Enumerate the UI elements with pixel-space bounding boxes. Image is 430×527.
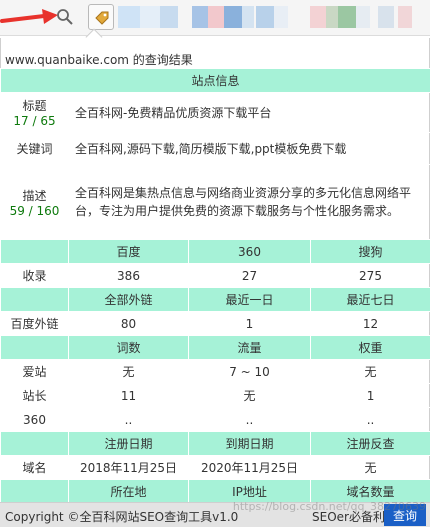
popup-footer: Copyright ©全百科网站SEO查询工具v1.0 SEOer必备利器 反馈… xyxy=(0,502,430,527)
backlink-header-all: 全部外链 xyxy=(68,287,189,312)
rank-row-label: 360 xyxy=(0,407,69,432)
rank-row-cell: .. xyxy=(188,407,311,432)
engine-header-blank xyxy=(0,239,69,264)
rank-row-label: 站长 xyxy=(0,383,69,408)
location-header-ip: IP地址 xyxy=(188,479,311,504)
rank-header-words: 词数 xyxy=(68,335,189,360)
desc-label: 描述 xyxy=(22,188,47,203)
copyright-text: Copyright ©全百科网站SEO查询工具v1.0 xyxy=(5,510,239,524)
extension-button[interactable] xyxy=(88,4,114,30)
desc-value: 全百科网是集热点信息与网络商业资源分享的多元化信息网络平台，专注为用户提供免费的… xyxy=(67,164,430,240)
rank-row-cell: 11 xyxy=(68,383,189,408)
blurred-extension-icons xyxy=(118,6,430,28)
location-header-place: 所在地 xyxy=(68,479,189,504)
red-arrow-icon xyxy=(0,9,58,24)
rank-row-cell: 7 ~ 10 xyxy=(188,359,311,384)
reg-date: 2018年11月25日 xyxy=(68,455,189,480)
domain-label: 域名 xyxy=(0,455,69,480)
index-label: 收录 xyxy=(0,263,69,288)
query-button[interactable]: 查询 xyxy=(384,504,426,526)
reg-header-date: 注册日期 xyxy=(68,431,189,456)
site-info-header: 站点信息 xyxy=(0,68,430,93)
backlink-week: 12 xyxy=(309,311,430,336)
index-sogou: 275 xyxy=(309,263,430,288)
backlink-header-day: 最近一日 xyxy=(188,287,311,312)
desc-count: 59 / 160 xyxy=(9,203,60,218)
index-360: 27 xyxy=(188,263,311,288)
reg-header-reverse: 注册反查 xyxy=(309,431,430,456)
backlink-label: 百度外链 xyxy=(0,311,69,336)
rank-row-cell: 1 xyxy=(309,383,430,408)
title-count: 17 / 65 xyxy=(13,114,56,128)
desc-label-cell: 描述 59 / 160 xyxy=(0,164,69,240)
title-label-cell: 标题 17 / 65 xyxy=(0,92,69,133)
reg-header-expiry: 到期日期 xyxy=(188,431,311,456)
rank-header-traffic: 流量 xyxy=(188,335,311,360)
engine-baidu: 百度 xyxy=(68,239,189,264)
keywords-label: 关键词 xyxy=(0,132,69,165)
location-header-blank xyxy=(0,479,69,504)
title-value: 全百科网-免费精品优质资源下载平台 xyxy=(67,92,430,133)
index-baidu: 386 xyxy=(68,263,189,288)
location-header-count: 域名数量 xyxy=(309,479,430,504)
rank-row-label: 爱站 xyxy=(0,359,69,384)
backlink-day: 1 xyxy=(188,311,311,336)
rank-row-cell: .. xyxy=(68,407,189,432)
rank-header-weight: 权重 xyxy=(309,335,430,360)
reg-header-blank xyxy=(0,431,69,456)
rank-row-cell: 无 xyxy=(309,359,430,384)
reverse-lookup: 无 xyxy=(309,455,430,480)
backlink-all: 80 xyxy=(68,311,189,336)
engine-360: 360 xyxy=(188,239,311,264)
browser-toolbar xyxy=(0,0,430,36)
rank-row-cell: 无 xyxy=(188,383,311,408)
tag-icon xyxy=(95,11,109,25)
keywords-value: 全百科网,源码下载,简历模版下载,ppt模板免费下载 xyxy=(67,132,430,165)
result-table: 站点信息 标题 17 / 65 全百科网-免费精品优质资源下载平台 关键词 全百… xyxy=(0,68,430,504)
engine-sogou: 搜狗 xyxy=(309,239,430,264)
search-icon[interactable] xyxy=(56,8,74,26)
rank-row-cell: 无 xyxy=(68,359,189,384)
backlink-header-week: 最近七日 xyxy=(309,287,430,312)
result-title: www.quanbaike.com 的查询结果 xyxy=(5,53,193,67)
rank-header-blank xyxy=(0,335,69,360)
backlink-header-blank xyxy=(0,287,69,312)
rank-row-cell: .. xyxy=(309,407,430,432)
title-label: 标题 xyxy=(22,99,47,113)
expiry-date: 2020年11月25日 xyxy=(188,455,311,480)
